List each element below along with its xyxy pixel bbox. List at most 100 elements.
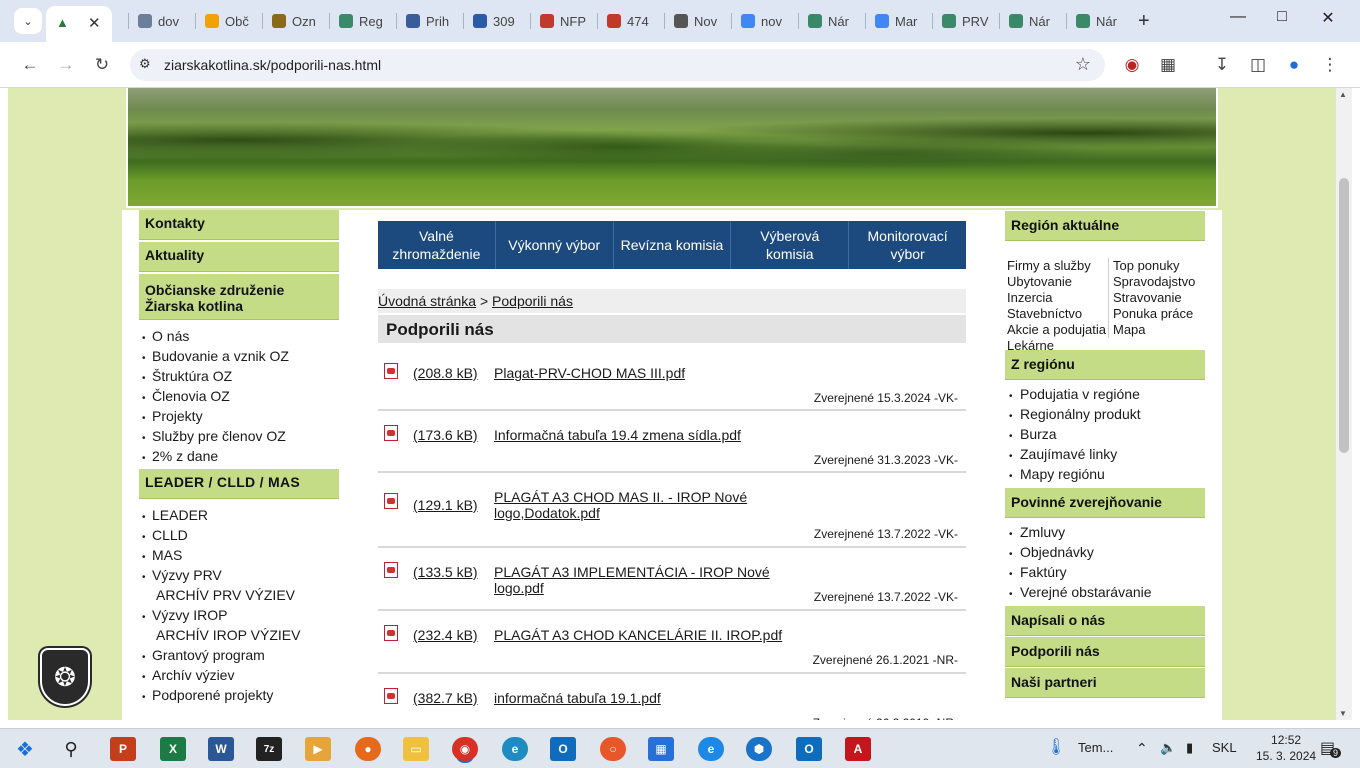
browser-tab[interactable]: Prih bbox=[396, 10, 456, 32]
menu-item[interactable]: • MAS bbox=[142, 545, 300, 565]
close-window-button[interactable]: ✕ bbox=[1308, 8, 1348, 28]
menu-item[interactable]: ARCHÍV PRV VÝZIEV bbox=[142, 585, 300, 605]
browser-tab[interactable]: Nár bbox=[1066, 10, 1126, 32]
file-name-link[interactable]: PLAGÁT A3 CHOD MAS II. - IROP Nové logo,… bbox=[494, 489, 784, 521]
side-panel-icon[interactable]: ◫ bbox=[1246, 53, 1270, 77]
region-link[interactable]: Firmy a služby bbox=[1007, 258, 1112, 274]
windows-start-icon[interactable]: ❖ bbox=[12, 737, 38, 761]
menu-item[interactable]: • Zaujímavé linky bbox=[1009, 444, 1141, 464]
menu-item[interactable]: • Verejné obstarávanie bbox=[1009, 582, 1152, 602]
search-icon[interactable]: ⚲ bbox=[58, 737, 84, 761]
file-size-link[interactable]: (133.5 kB) bbox=[413, 564, 478, 580]
region-aktualne-heading[interactable]: Región aktuálne bbox=[1005, 211, 1205, 241]
region-link[interactable]: Ponuka práce bbox=[1113, 306, 1208, 322]
browser-tab[interactable]: Obč bbox=[195, 10, 255, 32]
breadcrumb-home-link[interactable]: Úvodná stránka bbox=[378, 293, 476, 309]
browser-tab[interactable]: Reg bbox=[329, 10, 389, 32]
region-link[interactable]: Ubytovanie bbox=[1007, 274, 1112, 290]
browser-tab[interactable]: Nov bbox=[664, 10, 724, 32]
breadcrumb-current-link[interactable]: Podporili nás bbox=[492, 293, 573, 309]
browser-tab[interactable]: Ozn bbox=[262, 10, 322, 32]
chrome-menu-icon[interactable]: ⋮ bbox=[1318, 53, 1342, 77]
weather-text[interactable]: Tem... bbox=[1078, 740, 1113, 755]
file-name-link[interactable]: informačná tabuľa 19.1.pdf bbox=[494, 690, 784, 706]
menu-item[interactable]: • Štruktúra OZ bbox=[142, 366, 289, 386]
bookmark-star-icon[interactable]: ☆ bbox=[1075, 54, 1091, 75]
menu-item[interactable]: • Projekty bbox=[142, 406, 289, 426]
new-tab-button[interactable]: + bbox=[1138, 10, 1150, 33]
menu-item[interactable]: • Grantový program bbox=[142, 645, 300, 665]
podporili-nas-link[interactable]: Podporili nás bbox=[1005, 637, 1205, 667]
ublock-extension-icon[interactable]: ◉ bbox=[1120, 53, 1144, 77]
main-nav-item[interactable]: Výkonný výbor bbox=[496, 221, 614, 269]
browser-tab[interactable]: NFP bbox=[530, 10, 590, 32]
menu-item[interactable]: • Výzvy IROP bbox=[142, 605, 300, 625]
file-size-link[interactable]: (382.7 kB) bbox=[413, 690, 478, 706]
browser-tab[interactable]: Nár bbox=[798, 10, 858, 32]
reload-button[interactable]: ↻ bbox=[90, 53, 114, 77]
main-nav-item[interactable]: Valné zhromaždenie bbox=[378, 221, 496, 269]
file-explorer-icon[interactable]: ▭ bbox=[403, 737, 429, 761]
store-icon[interactable]: ▦ bbox=[648, 737, 674, 761]
z-regionu-heading[interactable]: Z regiónu bbox=[1005, 350, 1205, 380]
page-scrollbar[interactable]: ▲ ▼ bbox=[1336, 88, 1352, 720]
region-link[interactable]: Stravovanie bbox=[1113, 290, 1208, 306]
address-bar[interactable]: ⚙ ziarskakotlina.sk/podporili-nas.html ☆ bbox=[130, 49, 1105, 81]
nasi-partneri-link[interactable]: Naši partneri bbox=[1005, 668, 1205, 698]
chrome-taskbar-icon[interactable]: ◉ bbox=[452, 737, 478, 761]
extensions-icon[interactable]: ▦ bbox=[1156, 53, 1180, 77]
menu-item[interactable]: • Regionálny produkt bbox=[1009, 404, 1141, 424]
tray-expand-icon[interactable]: ⌃ bbox=[1136, 740, 1148, 757]
menu-item[interactable]: • Burza bbox=[1009, 424, 1141, 444]
office-app-icon[interactable]: ○ bbox=[600, 737, 626, 761]
main-nav-item[interactable]: Monitorovací výbor bbox=[849, 221, 966, 269]
close-tab-icon[interactable]: ✕ bbox=[88, 14, 101, 32]
menu-item[interactable]: • Faktúry bbox=[1009, 562, 1152, 582]
site-info-icon[interactable]: ⚙ bbox=[139, 56, 151, 72]
acrobat-icon[interactable]: A bbox=[845, 737, 871, 761]
browser-tab[interactable]: Nár bbox=[999, 10, 1059, 32]
menu-leader-heading[interactable]: LEADER / CLLD / MAS bbox=[139, 469, 339, 499]
menu-item[interactable]: • Archív výziev bbox=[142, 665, 300, 685]
edge-icon[interactable]: e bbox=[502, 737, 528, 761]
region-link[interactable]: Inzercia bbox=[1007, 290, 1112, 306]
file-name-link[interactable]: PLAGÁT A3 CHOD KANCELÁRIE II. IROP.pdf bbox=[494, 627, 784, 643]
menu-item[interactable]: • Podporené projekty bbox=[142, 685, 300, 705]
file-name-link[interactable]: PLAGÁT A3 IMPLEMENTÁCIA - IROP Nové logo… bbox=[494, 564, 784, 596]
excel-icon[interactable]: X bbox=[160, 737, 186, 761]
app-icon[interactable]: ⬢ bbox=[746, 737, 772, 761]
outlook-icon[interactable]: O bbox=[550, 737, 576, 761]
region-link[interactable]: Akcie a podujatia bbox=[1007, 322, 1112, 338]
file-size-link[interactable]: (208.8 kB) bbox=[413, 365, 478, 381]
download-icon[interactable]: ↧ bbox=[1210, 53, 1234, 77]
browser-tab[interactable]: PRV bbox=[932, 10, 992, 32]
browser-tab[interactable]: 474 bbox=[597, 10, 657, 32]
region-link[interactable]: Mapa bbox=[1113, 322, 1208, 338]
scrollbar-thumb[interactable] bbox=[1339, 178, 1349, 453]
file-size-link[interactable]: (173.6 kB) bbox=[413, 427, 478, 443]
region-link[interactable]: Spravodajstvo bbox=[1113, 274, 1208, 290]
back-button[interactable]: ← bbox=[18, 53, 42, 77]
browser-tab[interactable]: Mar bbox=[865, 10, 925, 32]
media-player-icon[interactable]: ▶ bbox=[305, 737, 331, 761]
menu-item[interactable]: • 2% z dane bbox=[142, 446, 289, 466]
file-size-link[interactable]: (232.4 kB) bbox=[413, 627, 478, 643]
firefox-icon[interactable]: ● bbox=[355, 737, 381, 761]
menu-item[interactable]: • Výzvy PRV bbox=[142, 565, 300, 585]
tab-active[interactable]: ▲ ✕ bbox=[46, 6, 112, 42]
internet-explorer-icon[interactable]: e bbox=[698, 737, 724, 761]
battery-icon[interactable]: ▮ bbox=[1186, 740, 1193, 756]
menu-item[interactable]: • Podujatia v regióne bbox=[1009, 384, 1141, 404]
menu-kontakty[interactable]: Kontakty bbox=[139, 210, 339, 240]
maximize-button[interactable]: □ bbox=[1262, 8, 1302, 26]
language-indicator[interactable]: SKL bbox=[1212, 740, 1237, 755]
menu-item[interactable]: • Zmluvy bbox=[1009, 522, 1152, 542]
menu-item[interactable]: • LEADER bbox=[142, 505, 300, 525]
browser-tab[interactable]: 309 bbox=[463, 10, 523, 32]
scroll-down-icon[interactable]: ▼ bbox=[1339, 709, 1347, 718]
outlook-mail-icon[interactable]: O bbox=[796, 737, 822, 761]
profile-avatar-icon[interactable]: ● bbox=[1282, 53, 1306, 77]
clock[interactable]: 12:52 15. 3. 2024 bbox=[1256, 732, 1316, 764]
file-name-link[interactable]: Plagat-PRV-CHOD MAS III.pdf bbox=[494, 365, 784, 381]
fingerprint-badge-icon[interactable]: ❂ bbox=[40, 648, 90, 706]
